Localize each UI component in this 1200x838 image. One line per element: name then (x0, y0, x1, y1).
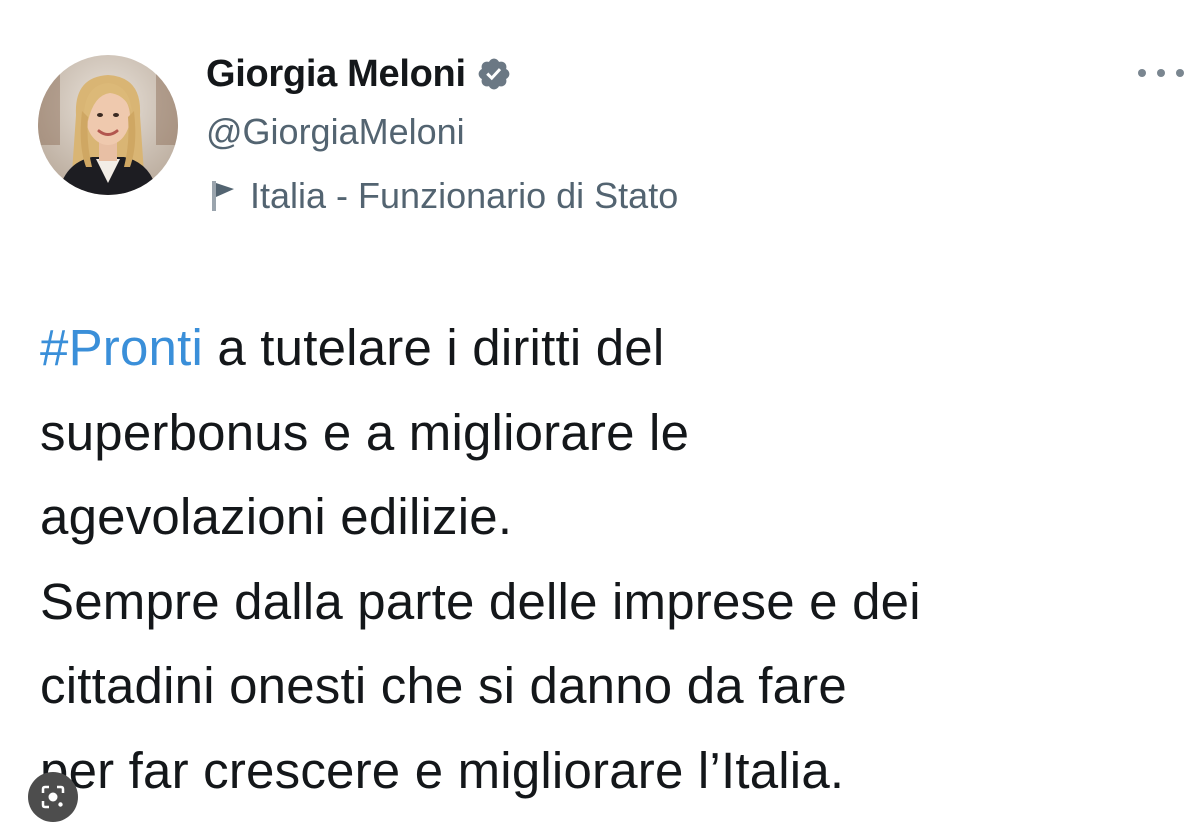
tweet-line: superbonus e a migliorare le (40, 403, 690, 461)
person-portrait-icon (38, 55, 178, 195)
tweet-line-text: a tutelare i diritti del (203, 319, 665, 376)
tweet-line: #Pronti a tutelare i diritti del (40, 306, 1180, 391)
more-dot (1138, 69, 1146, 77)
display-name[interactable]: Giorgia Meloni (206, 53, 466, 96)
verified-badge-icon (476, 56, 512, 92)
image-search-icon[interactable] (28, 772, 78, 822)
more-options-icon[interactable] (1138, 60, 1184, 86)
affiliation-text: Italia - Funzionario di Stato (250, 175, 679, 216)
tweet-line: Sempre dalla parte delle imprese e dei (40, 572, 921, 630)
more-dot (1157, 69, 1165, 77)
tweet-card: Giorgia Meloni @GiorgiaMeloni Italia - F… (0, 0, 1200, 838)
affiliation-label: Italia - Funzionario di Stato (206, 174, 678, 218)
tweet-line: cittadini onesti che si danno da fare (40, 657, 847, 714)
hashtag-link[interactable]: #Pronti (40, 319, 203, 376)
user-handle[interactable]: @GiorgiaMeloni (206, 110, 678, 154)
tweet-line: agevolazioni edilizie. (40, 488, 513, 545)
avatar[interactable] (38, 55, 178, 195)
name-row: Giorgia Meloni (206, 50, 678, 98)
more-dot (1176, 69, 1184, 77)
tweet-header: Giorgia Meloni @GiorgiaMeloni Italia - F… (206, 50, 678, 218)
tweet-line: per far crescere e migliorare l’Italia. (40, 741, 845, 799)
flag-icon (206, 177, 240, 215)
tweet-text: #Pronti a tutelare i diritti del superbo… (40, 306, 1180, 813)
